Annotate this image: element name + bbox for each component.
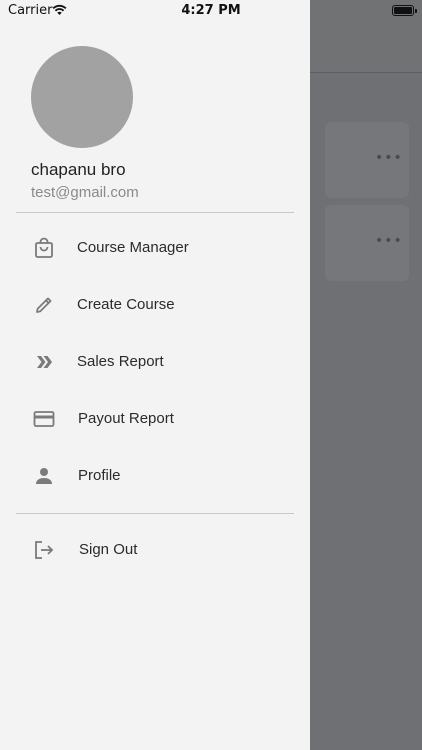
menu-item-payout-report[interactable]: Payout Report [0,397,310,441]
menu-item-label: Course Manager [77,239,189,256]
battery-icon [392,5,417,16]
divider [16,212,294,213]
status-time: 4:27 PM [181,3,241,18]
menu-item-label: Create Course [77,296,175,313]
credit-card-icon [33,408,55,430]
logout-icon [33,539,55,561]
avatar[interactable] [31,46,133,148]
more-horizontal-icon: ••• [375,150,403,166]
menu-item-label: Sales Report [77,353,164,370]
divider [16,513,294,514]
pencil-icon [33,294,55,316]
navigation-drawer: chapanu bro test@gmail.com Course Manage… [0,0,310,750]
user-name: chapanu bro [31,160,126,179]
more-horizontal-icon: ••• [375,233,403,249]
background-course-card: ••• [325,205,409,281]
double-chevron-right-icon [33,351,55,373]
menu-item-sales-report[interactable]: Sales Report [0,340,310,384]
sign-out-label: Sign Out [79,541,138,558]
shopping-bag-icon [33,237,55,259]
menu-item-course-manager[interactable]: Course Manager [0,226,310,270]
status-bar: Carrier 4:27 PM [0,0,422,22]
menu-item-profile[interactable]: Profile [0,454,310,498]
menu-item-label: Payout Report [78,410,174,427]
background-course-card: ••• [325,122,409,198]
user-email: test@gmail.com [31,184,139,201]
sign-out-button[interactable]: Sign Out [0,528,310,572]
menu-item-create-course[interactable]: Create Course [0,283,310,327]
person-icon [33,465,55,487]
menu-item-label: Profile [78,467,121,484]
